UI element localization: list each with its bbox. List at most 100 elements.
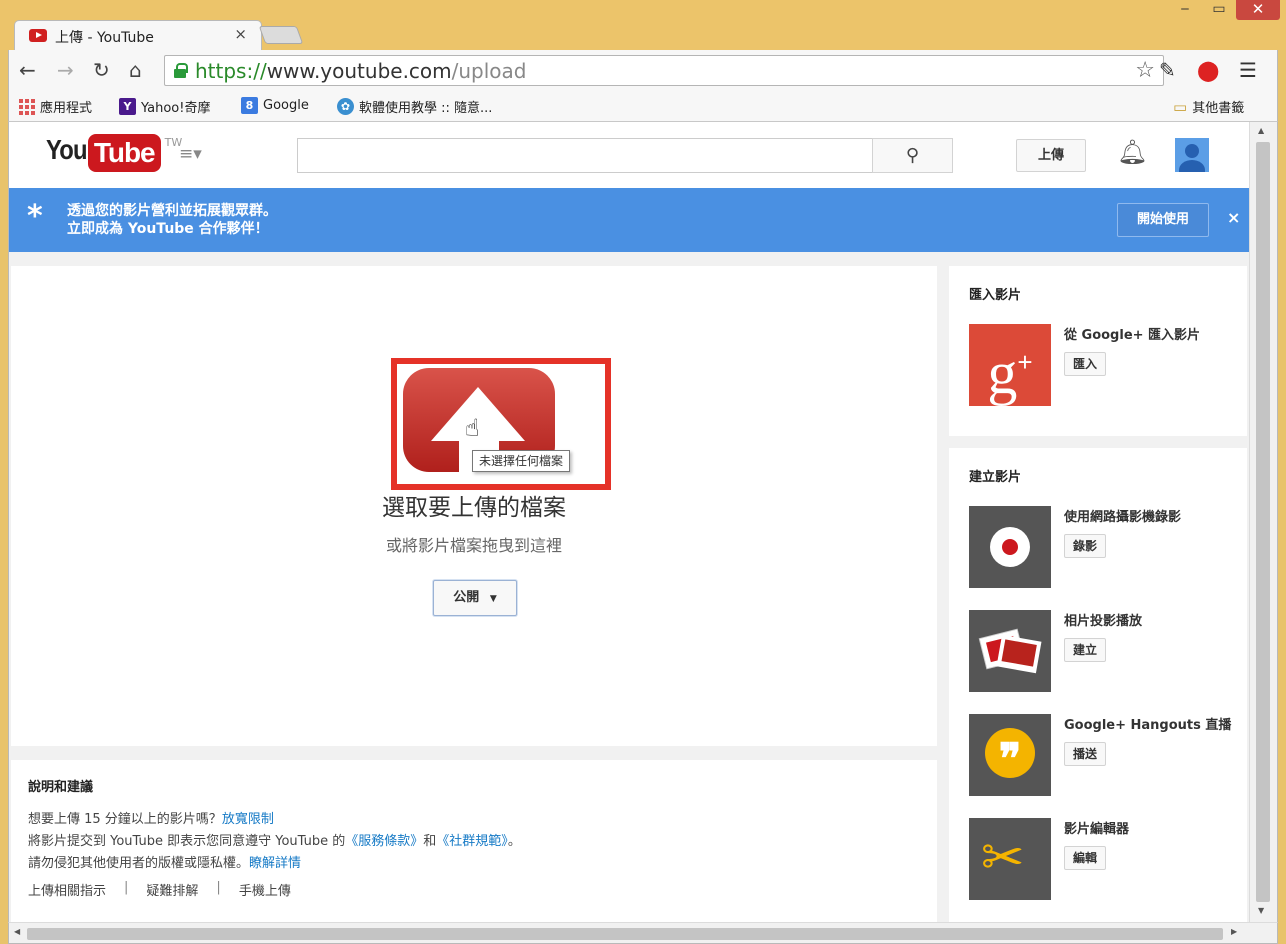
bookmark-label: 軟體使用教學 :: 隨意...	[359, 101, 493, 116]
google-icon: 8	[241, 97, 258, 114]
yahoo-icon: Y	[119, 98, 136, 115]
help-line-length: 想要上傳 15 分鐘以上的影片嗎？放寬限制	[28, 808, 274, 827]
promo-close-icon[interactable]: ×	[1227, 208, 1240, 227]
browser-tab-upload[interactable]: 上傳 - YouTube ×	[14, 20, 262, 50]
window-titlebar: ‒ ▭ ✕ 上傳 - YouTube ×	[0, 0, 1286, 50]
notification-bell-icon[interactable]: 🔔︎	[1117, 138, 1147, 166]
horizontal-scroll-thumb[interactable]	[27, 928, 1223, 940]
vertical-scroll-thumb[interactable]	[1256, 142, 1270, 902]
community-guidelines-link[interactable]: 《社群規範》	[436, 834, 508, 849]
privacy-dropdown[interactable]: 公開 ▼	[433, 580, 517, 616]
youtube-logo[interactable]: You Tube TW	[46, 134, 182, 172]
blog-icon: ✿	[337, 98, 354, 115]
scroll-left-icon[interactable]: ◀	[14, 927, 20, 936]
bookmark-star-icon[interactable]: ☆	[1135, 58, 1155, 83]
create-panel: 建立影片 使用網路攝影機錄影 錄影 相片投影播放 建立 ❞ Google+ Ha…	[949, 448, 1247, 922]
reload-icon[interactable]: ↻	[93, 58, 110, 82]
vertical-scrollbar[interactable]: ▲ ▼	[1249, 122, 1277, 922]
get-started-button[interactable]: 開始使用	[1117, 203, 1209, 237]
create-item-label: 影片編輯器	[1064, 822, 1130, 837]
bookmark-yahoo[interactable]: Y Yahoo!奇摩	[119, 97, 210, 116]
partner-promo-banner: * 透過您的影片營利並拓展觀眾群。 立即成為 YouTube 合作夥伴！ 開始使…	[9, 188, 1249, 252]
promo-text: 透過您的影片營利並拓展觀眾群。 立即成為 YouTube 合作夥伴！	[67, 202, 277, 238]
create-title: 建立影片	[969, 470, 1022, 485]
search-button[interactable]: ⚲	[872, 138, 953, 173]
avatar[interactable]	[1175, 138, 1209, 172]
bookmark-google[interactable]: 8 Google	[241, 97, 309, 114]
help-text: 想要上傳 15 分鐘以上的影片嗎？	[28, 812, 222, 827]
import-item-label: 從 Google+ 匯入影片	[1064, 328, 1201, 343]
upload-title[interactable]: 選取要上傳的檔案	[11, 488, 937, 522]
divider: |	[216, 880, 221, 895]
create-item-hangouts: ❞ Google+ Hangouts 直播 播送	[969, 714, 1239, 796]
apps-grid-icon	[19, 98, 35, 115]
address-bar[interactable]: https://www.youtube.com/upload ☆	[164, 55, 1164, 86]
import-panel: 匯入影片 g+ 從 Google+ 匯入影片 匯入	[949, 266, 1247, 436]
record-button[interactable]: 錄影	[1064, 534, 1107, 558]
browser-toolbar: ← → ↻ ⌂ https://www.youtube.com/upload ☆…	[8, 50, 1278, 92]
minimize-button[interactable]: ‒	[1168, 0, 1202, 20]
bookmark-other[interactable]: ▭ 其他書籤	[1173, 97, 1245, 117]
home-icon[interactable]: ⌂	[129, 58, 142, 82]
help-links: 上傳相關指示 | 疑難排解 | 手機上傳	[28, 880, 291, 899]
edit-button[interactable]: 編輯	[1064, 846, 1107, 870]
help-text: 將影片提交到 YouTube 即表示您同意遵守 YouTube 的	[28, 834, 346, 849]
guide-menu-icon[interactable]: ≡▾	[179, 144, 202, 164]
scissors-icon[interactable]: ✂	[969, 818, 1051, 900]
photo-slideshow-icon[interactable]	[969, 610, 1051, 692]
youtube-favicon-icon	[29, 29, 47, 42]
maximize-button[interactable]: ▭	[1202, 0, 1236, 20]
help-card: 說明和建議 想要上傳 15 分鐘以上的影片嗎？放寬限制 將影片提交到 YouTu…	[11, 760, 937, 922]
help-line-terms: 將影片提交到 YouTube 即表示您同意遵守 YouTube 的《服務條款》和…	[28, 830, 521, 849]
adblock-icon[interactable]: ⬤	[1197, 58, 1219, 82]
troubleshooting-link[interactable]: 疑難排解	[146, 880, 198, 899]
url-text: https://www.youtube.com/upload	[195, 59, 527, 83]
tab-close-icon[interactable]: ×	[234, 25, 247, 43]
window-close-button[interactable]: ✕	[1236, 0, 1280, 20]
scroll-up-icon[interactable]: ▲	[1258, 126, 1264, 135]
help-text: 和	[423, 834, 437, 849]
extension-icon[interactable]: ✎	[1159, 58, 1176, 82]
google-plus-icon[interactable]: g+	[969, 324, 1051, 406]
upload-instructions-link[interactable]: 上傳相關指示	[28, 880, 106, 899]
bookmark-label: 其他書籤	[1192, 101, 1245, 116]
new-tab-button[interactable]	[258, 26, 304, 44]
import-button[interactable]: 匯入	[1064, 352, 1107, 376]
hangouts-quote: ❞	[985, 728, 1035, 783]
forward-arrow-icon[interactable]: →	[57, 58, 74, 82]
window-controls: ‒ ▭ ✕	[1168, 0, 1280, 20]
record-icon[interactable]	[969, 506, 1051, 588]
bookmark-label: Google	[263, 98, 309, 113]
bookmark-label: 應用程式	[40, 101, 93, 116]
create-slideshow-button[interactable]: 建立	[1064, 638, 1107, 662]
horizontal-scrollbar[interactable]: ◀ ▶	[8, 922, 1278, 944]
create-item-webcam: 使用網路攝影機錄影 錄影	[969, 506, 1239, 588]
scroll-right-icon[interactable]: ▶	[1231, 927, 1237, 936]
back-arrow-icon[interactable]: ←	[19, 58, 36, 82]
scroll-down-icon[interactable]: ▼	[1258, 906, 1264, 915]
folder-icon: ▭	[1173, 97, 1188, 116]
bookmark-apps[interactable]: 應用程式	[19, 97, 92, 116]
broadcast-button[interactable]: 播送	[1064, 742, 1107, 766]
help-title: 說明和建議	[28, 780, 94, 795]
help-line-copyright: 請勿侵犯其他使用者的版權或隱私權。瞭解詳情	[28, 852, 301, 871]
bookmark-blog[interactable]: ✿ 軟體使用教學 :: 隨意...	[337, 97, 492, 116]
file-tooltip: 未選擇任何檔案	[472, 450, 571, 472]
create-item-label: 使用網路攝影機錄影	[1064, 510, 1182, 525]
search-input[interactable]	[297, 138, 873, 173]
create-item-label: Google+ Hangouts 直播	[1064, 718, 1232, 733]
import-title: 匯入影片	[969, 288, 1022, 303]
bookmarks-bar: 應用程式 Y Yahoo!奇摩 8 Google ✿ 軟體使用教學 :: 隨意.…	[8, 92, 1278, 122]
record-dot	[990, 527, 1030, 567]
photo-back	[996, 634, 1042, 674]
increase-limit-link[interactable]: 放寬限制	[222, 812, 274, 827]
terms-of-service-link[interactable]: 《服務條款》	[345, 834, 423, 849]
mobile-upload-link[interactable]: 手機上傳	[239, 880, 291, 899]
menu-icon[interactable]: ☰	[1239, 58, 1257, 82]
hangouts-icon[interactable]: ❞	[969, 714, 1051, 796]
learn-more-link[interactable]: 瞭解詳情	[249, 856, 301, 871]
search-icon: ⚲	[905, 145, 920, 166]
upload-button[interactable]: 上傳	[1016, 139, 1086, 172]
create-item-label: 相片投影播放	[1064, 614, 1143, 629]
logo-you: You	[46, 134, 87, 165]
